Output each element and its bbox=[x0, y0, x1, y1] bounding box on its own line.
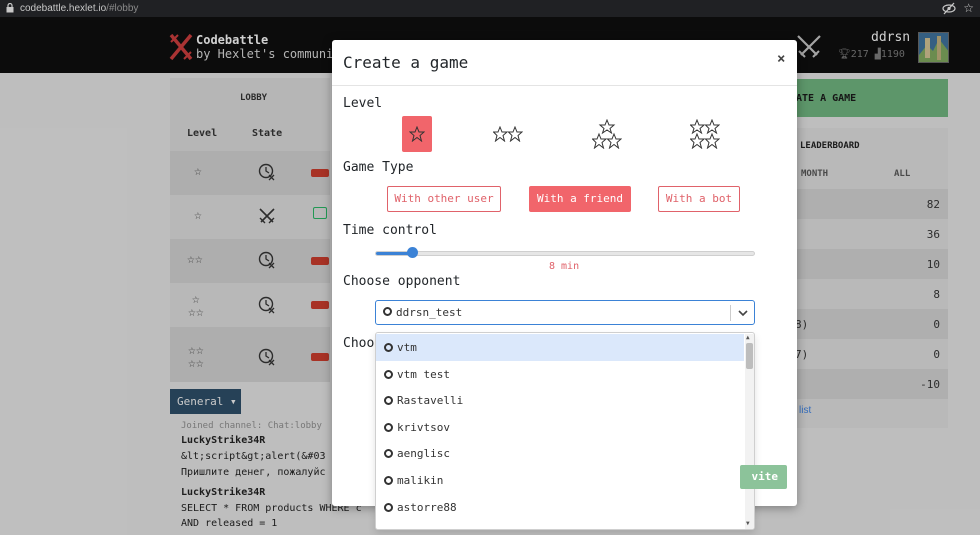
scroll-down-arrow-icon[interactable]: ▼ bbox=[746, 520, 750, 527]
level-elementary-button[interactable] bbox=[402, 116, 432, 152]
browser-url[interactable]: codebattle.hexlet.io/#lobby bbox=[20, 0, 138, 17]
opponent-select[interactable]: ddrsn_test bbox=[375, 300, 755, 325]
star-icon bbox=[409, 126, 425, 142]
level-hard-button[interactable] bbox=[689, 116, 721, 152]
choose-task-label-partial: Choo bbox=[343, 336, 375, 351]
modal-title: Create a game bbox=[343, 53, 469, 72]
level-easy-button[interactable] bbox=[492, 116, 524, 152]
user-status-icon bbox=[384, 423, 393, 432]
dropdown-scrollbar[interactable]: ▲ ▼ bbox=[745, 334, 754, 529]
game-type-bot-button[interactable]: With a bot bbox=[658, 186, 740, 212]
game-type-friend-button[interactable]: With a friend bbox=[529, 186, 631, 212]
two-stars-icon bbox=[493, 126, 523, 142]
opponent-dropdown-menu: vtm vtm test Rastavelli krivtsov aenglis… bbox=[375, 332, 755, 530]
time-control-slider[interactable] bbox=[375, 251, 755, 256]
scroll-up-arrow-icon[interactable]: ▲ bbox=[746, 334, 750, 341]
close-icon[interactable]: × bbox=[777, 51, 785, 67]
user-status-icon bbox=[384, 370, 393, 379]
scrollbar-thumb[interactable] bbox=[746, 343, 753, 369]
opponent-option[interactable]: vtm bbox=[376, 334, 744, 361]
opponent-option[interactable]: vtm test bbox=[376, 361, 744, 388]
user-status-icon bbox=[384, 449, 393, 458]
user-status-icon bbox=[384, 343, 393, 352]
game-type-other-user-button[interactable]: With other user bbox=[387, 186, 501, 212]
bookmark-star-icon[interactable]: ☆ bbox=[963, 0, 974, 17]
opponent-option[interactable]: malikin bbox=[376, 467, 744, 494]
invite-button[interactable]: vite bbox=[740, 465, 787, 489]
opponent-selected-value: ddrsn_test bbox=[396, 306, 463, 319]
time-control-value: 8 min bbox=[549, 261, 580, 272]
lock-icon bbox=[6, 3, 14, 13]
modal-header: Create a game × bbox=[332, 40, 797, 86]
browser-address-bar: codebattle.hexlet.io/#lobby ☆ bbox=[0, 0, 980, 17]
time-control-label: Time control bbox=[343, 223, 437, 238]
select-separator bbox=[730, 305, 731, 321]
user-status-icon bbox=[384, 503, 393, 512]
user-status-icon bbox=[383, 307, 392, 316]
slider-handle[interactable] bbox=[407, 247, 418, 258]
four-stars-icon bbox=[690, 119, 720, 149]
level-label: Level bbox=[343, 96, 383, 111]
eye-off-icon[interactable] bbox=[942, 2, 956, 15]
user-status-icon bbox=[384, 476, 393, 485]
user-status-icon bbox=[384, 396, 393, 405]
opponent-option[interactable]: Rastavelli bbox=[376, 387, 744, 414]
opponent-option[interactable]: aenglisc bbox=[376, 440, 744, 467]
game-type-label: Game Type bbox=[343, 160, 414, 175]
opponent-option[interactable]: krivtsov bbox=[376, 414, 744, 441]
choose-opponent-label: Choose opponent bbox=[343, 274, 461, 289]
opponent-option[interactable]: astorre88 bbox=[376, 494, 744, 521]
three-stars-icon bbox=[592, 119, 622, 149]
chevron-down-icon[interactable] bbox=[737, 307, 749, 319]
level-medium-button[interactable] bbox=[591, 116, 623, 152]
